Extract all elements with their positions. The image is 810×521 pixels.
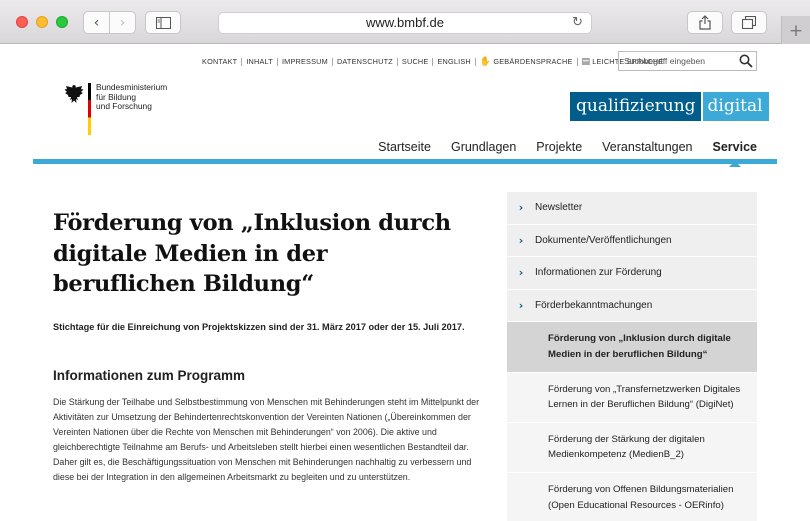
minimize-window-button[interactable] bbox=[36, 16, 48, 28]
service-links: KONTAKT INHALT IMPRESSUM DATENSCHUTZ SUC… bbox=[198, 53, 667, 71]
sidebar-item-label: Dokumente/Veröffentlichungen bbox=[535, 234, 672, 246]
ministry-logo[interactable]: Bundesministerium für Bildung und Forsch… bbox=[63, 82, 173, 138]
brand-part-qualifizierung: qualifizierung bbox=[570, 92, 701, 121]
service-link-kontakt[interactable]: KONTAKT bbox=[198, 58, 243, 66]
page-title: Förderung von „Inklusion durch digitale … bbox=[53, 210, 451, 297]
brand-badge[interactable]: qualifizierung digital bbox=[570, 92, 769, 121]
reload-icon[interactable]: ↻ bbox=[572, 13, 583, 33]
back-button[interactable]: ‹ bbox=[83, 11, 110, 34]
nav-item-projekte[interactable]: Projekte bbox=[536, 140, 582, 154]
nav-item-service-label: Service bbox=[712, 140, 757, 154]
gebaerdensprache-label: GEBÄRDENSPRACHE bbox=[493, 57, 573, 66]
ministry-name: Bundesministerium für Bildung und Forsch… bbox=[96, 82, 186, 112]
nav-item-service[interactable]: Service bbox=[712, 140, 757, 167]
service-link-impressum[interactable]: IMPRESSUM bbox=[278, 58, 333, 66]
sidebar-item-label: Förderbekanntmachungen bbox=[535, 300, 653, 312]
forward-button[interactable]: › bbox=[109, 11, 136, 34]
close-window-button[interactable] bbox=[16, 16, 28, 28]
nav-divider-bar bbox=[33, 159, 777, 164]
brand-part-digital: digital bbox=[702, 92, 769, 121]
service-link-gebaerdensprache[interactable]: ✋ GEBÄRDENSPRACHE bbox=[476, 57, 578, 67]
service-link-datenschutz[interactable]: DATENSCHUTZ bbox=[333, 58, 398, 66]
share-button[interactable] bbox=[687, 11, 723, 34]
search-input[interactable]: Suchbegriff eingeben bbox=[618, 51, 757, 71]
program-paragraph: Die Stärkung der Teilhabe und Selbstbest… bbox=[53, 397, 480, 483]
chevron-right-icon: › bbox=[518, 201, 524, 215]
sidebar-toggle-button[interactable] bbox=[145, 11, 181, 34]
chevron-right-icon: › bbox=[518, 266, 524, 280]
tabs-icon bbox=[742, 16, 756, 29]
nav-item-startseite[interactable]: Startseite bbox=[378, 140, 431, 154]
chevron-right-icon: › bbox=[518, 233, 524, 247]
sidebar-navigation: › Newsletter › Dokumente/Veröffentlichun… bbox=[507, 192, 757, 521]
browser-toolbar: ‹ › www.bmbf.de ↻ + bbox=[0, 0, 810, 44]
show-tabs-button[interactable] bbox=[731, 11, 767, 34]
sidebar-item-informationen[interactable]: › Informationen zur Förderung bbox=[507, 257, 757, 290]
ministry-name-line3: und Forschung bbox=[96, 101, 152, 112]
sidebar-item-dokumente[interactable]: › Dokumente/Veröffentlichungen bbox=[507, 224, 757, 258]
sidebar-item-label: Informationen zur Förderung bbox=[535, 267, 662, 279]
address-bar[interactable]: www.bmbf.de ↻ bbox=[218, 12, 592, 34]
section-heading: Informationen zum Programm bbox=[53, 368, 246, 383]
chevron-right-icon: › bbox=[518, 299, 524, 313]
german-flag-stripe bbox=[88, 83, 91, 135]
url-text: www.bmbf.de bbox=[365, 15, 445, 30]
service-link-suche[interactable]: SUCHE bbox=[398, 58, 434, 66]
sidebar-subitem-medienkompetenz[interactable]: Förderung der Stärkung der digitalen Med… bbox=[507, 422, 757, 473]
plus-icon: + bbox=[788, 21, 804, 41]
search-icon[interactable] bbox=[739, 54, 753, 68]
sidebar-icon bbox=[155, 16, 171, 29]
new-tab-button[interactable]: + bbox=[781, 16, 810, 44]
search-placeholder: Suchbegriff eingeben bbox=[624, 56, 706, 66]
sidebar-subitem-inklusion[interactable]: Förderung von „Inklusion durch digitale … bbox=[507, 322, 757, 373]
chevron-left-icon: ‹ bbox=[93, 14, 100, 31]
zoom-window-button[interactable] bbox=[56, 16, 68, 28]
service-link-inhalt[interactable]: INHALT bbox=[242, 58, 278, 66]
sidebar-item-newsletter[interactable]: › Newsletter bbox=[507, 192, 757, 225]
sidebar-subitem-oerinfo[interactable]: Förderung von Offenen Bildungsmaterialie… bbox=[507, 472, 757, 521]
chevron-right-icon: › bbox=[119, 14, 126, 31]
share-icon bbox=[699, 15, 711, 30]
book-icon: ▤ bbox=[581, 57, 591, 67]
deadline-intro: Stichtage für die Einreichung von Projek… bbox=[53, 322, 465, 332]
hand-icon: ✋ bbox=[479, 57, 492, 67]
main-navigation: Startseite Grundlagen Projekte Veranstal… bbox=[378, 140, 757, 167]
nav-item-veranstaltungen[interactable]: Veranstaltungen bbox=[602, 140, 692, 154]
sidebar-item-foerderbekanntmachungen[interactable]: › Förderbekanntmachungen bbox=[507, 289, 757, 323]
nav-item-grundlagen[interactable]: Grundlagen bbox=[451, 140, 516, 154]
sidebar-item-label: Newsletter bbox=[535, 202, 583, 214]
service-link-english[interactable]: ENGLISH bbox=[433, 58, 476, 66]
sidebar-subitem-diginet[interactable]: Förderung von „Transfernetzwerken Digita… bbox=[507, 372, 757, 423]
federal-eagle-icon bbox=[64, 85, 84, 103]
